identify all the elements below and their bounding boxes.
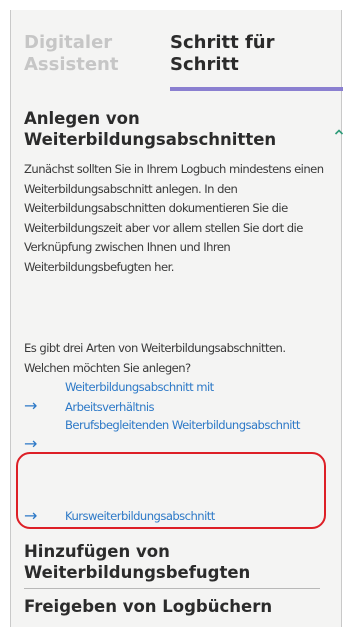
- link-label[interactable]: Berufsbegleitenden Weiterbildungsabschni…: [65, 416, 305, 436]
- arrow-right-icon: →: [24, 434, 38, 453]
- section-title-anlegen[interactable]: Anlegen von Weiterbildungsabschnitten: [24, 108, 314, 150]
- arrow-right-icon: →: [24, 396, 38, 415]
- tab-digitaler-assistent[interactable]: Digitaler Assistent: [24, 32, 144, 76]
- assistant-panel: [10, 10, 342, 627]
- chevron-up-icon[interactable]: [334, 125, 344, 139]
- question-paragraph: Es gibt drei Arten von Weiterbildungsabs…: [24, 341, 286, 375]
- section-title-freigeben[interactable]: Freigeben von Logbüchern: [24, 596, 314, 617]
- section-title-hinzufuegen[interactable]: Hinzufügen von Weiterbildungsbefugten: [24, 541, 314, 583]
- arrow-right-icon: →: [24, 506, 38, 525]
- link-label[interactable]: Kursweiterbildungsabschnitt: [65, 507, 305, 527]
- active-tab-indicator: [170, 87, 343, 91]
- tab-bar: Digitaler Assistent Schritt für Schritt: [24, 32, 343, 91]
- tab-schritt-fuer-schritt[interactable]: Schritt für Schritt: [170, 32, 310, 76]
- section-divider: [24, 588, 320, 589]
- intro-paragraph: Zunächst sollten Sie in Ihrem Logbuch mi…: [24, 162, 324, 274]
- link-label[interactable]: Weiterbildungsabschnitt mit Arbeitsverhä…: [65, 378, 305, 417]
